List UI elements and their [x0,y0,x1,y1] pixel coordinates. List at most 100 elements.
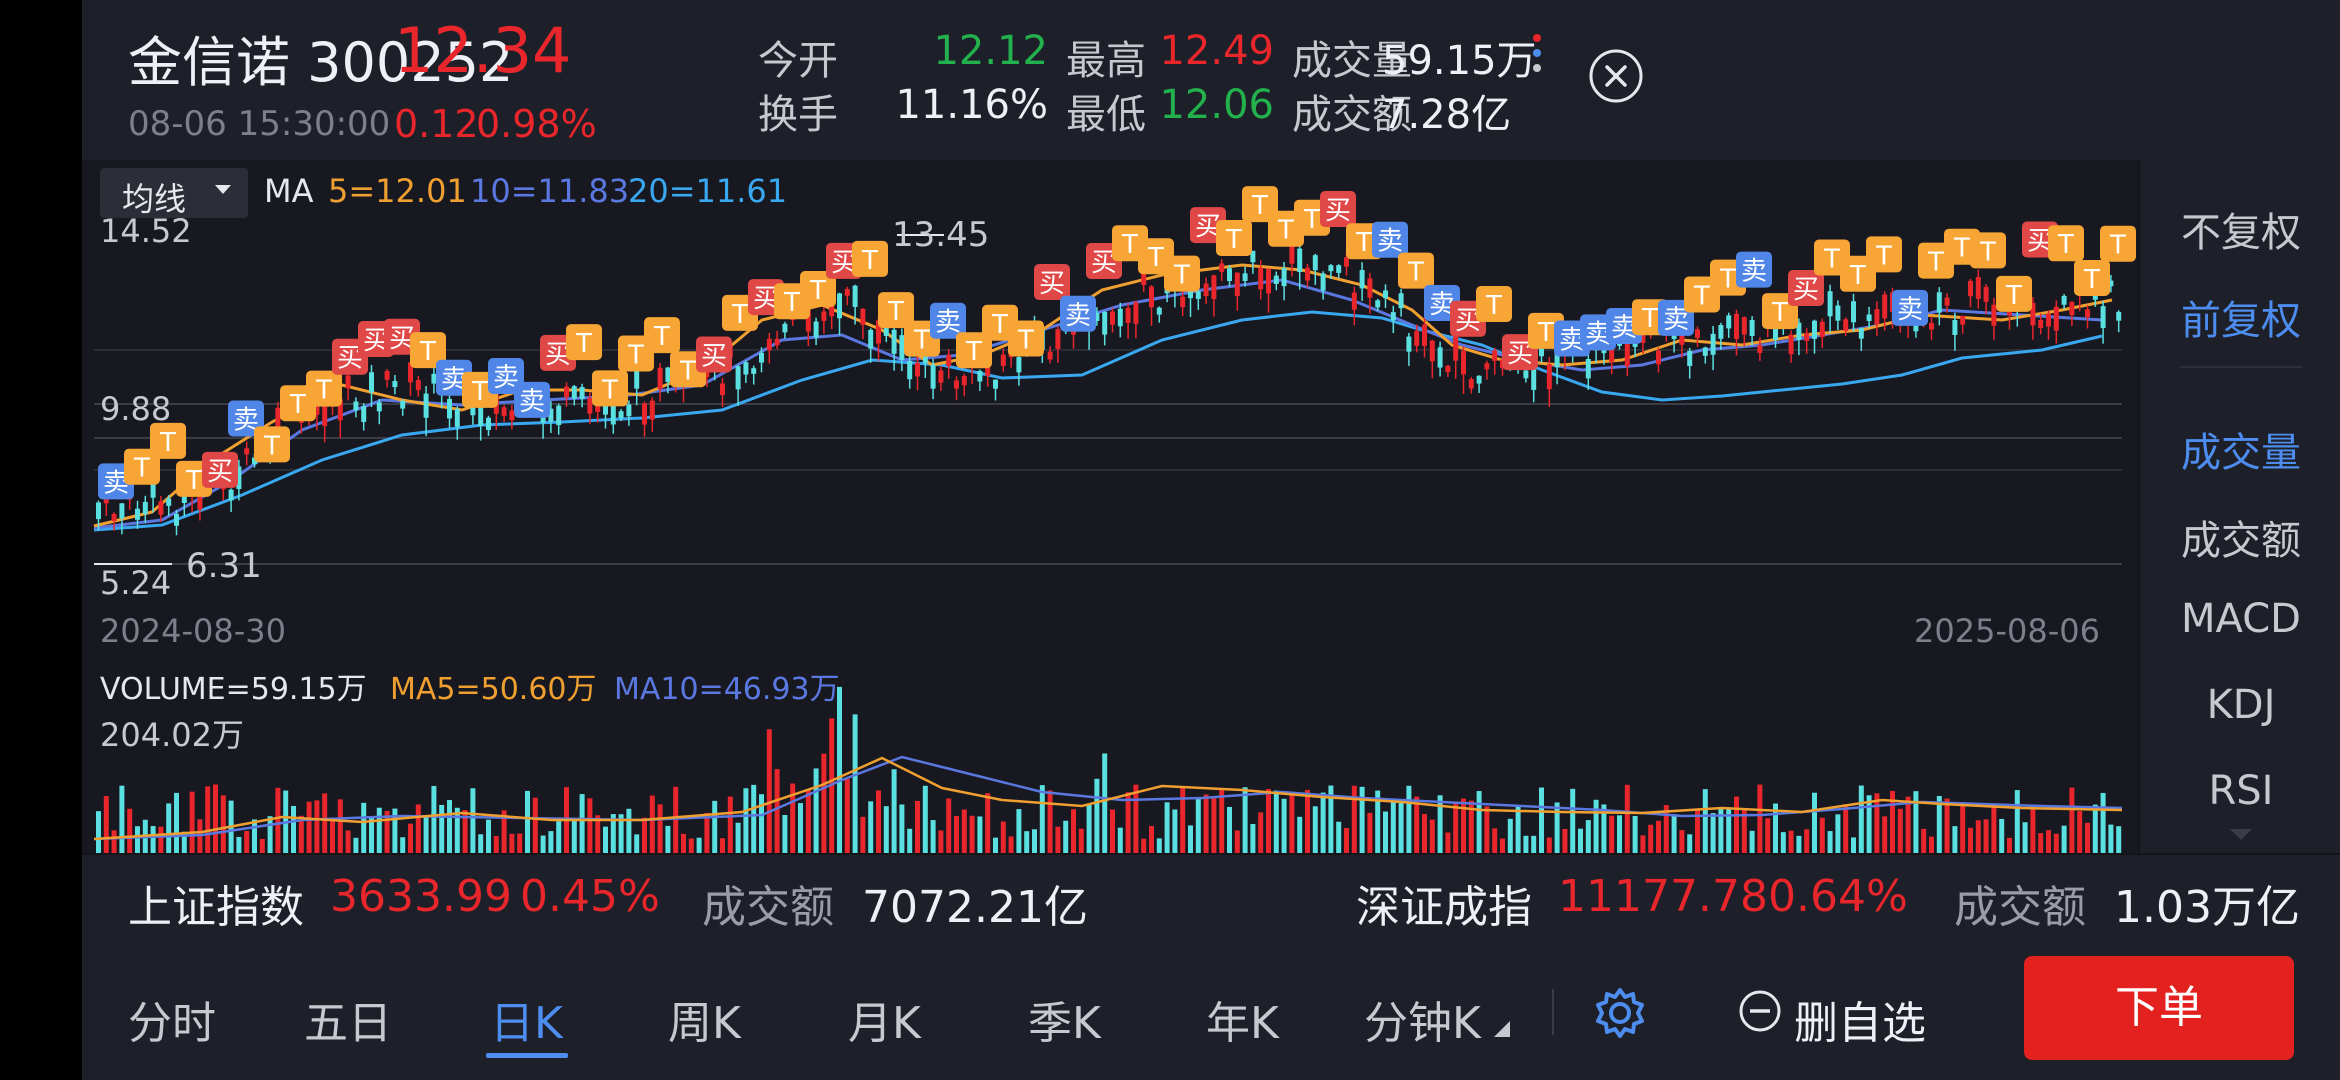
volume-bar [1047,790,1053,853]
side-item-forward-adjust[interactable]: 前复权 [2140,288,2340,346]
marker-sell: 卖 [1892,289,1928,326]
candle-body [1453,335,1459,361]
marker-text: T [679,356,696,386]
tab-weekly-k[interactable]: 周K [668,987,741,1051]
marker-text: T [2109,231,2126,261]
place-order-button[interactable]: 下单 [2024,956,2294,1060]
marker-text: T [185,466,202,496]
candle-body [657,367,663,389]
candle-body [1952,320,1958,335]
marker-text: 卖 [1377,227,1403,257]
kline-chart-panel[interactable]: 卖TTT买卖TTT买买买T卖T卖卖买TTTTT买T买TT买TTT卖TTT买卖买T… [82,160,2138,853]
volume-bar [1851,837,1856,853]
candle-body [2038,319,2044,329]
candle-body [1180,296,1186,308]
side-item-kdj[interactable]: KDJ [2140,682,2340,728]
tab-minute-k[interactable]: 分钟K [1364,987,1481,1051]
volume-bar [649,795,655,853]
tab-quarterly-k[interactable]: 季K [1028,987,1101,1051]
candle-body [1804,333,1810,342]
candle-body [1102,311,1108,335]
close-icon[interactable] [1588,48,1644,104]
marker-text: 买 [1039,269,1065,299]
remove-watchlist-button[interactable]: 删自选 [1738,985,1968,1049]
price-change-pct: 0.98% [476,102,597,146]
candle-body [1305,267,1310,281]
kline-chart-svg[interactable]: 卖 TTT 买卖TT T买买买 T卖 T 卖卖买 TTTTT 买T买 T T买 TTT卖TTT买卖买T… [82,160,2138,853]
volume-bar [275,787,281,853]
candle-body [1203,283,1209,297]
marker-t: T [2048,225,2084,262]
volume-ma10-legend: MA10=46.93万 [614,672,840,707]
volume-bar [470,788,476,853]
volume-bar [1632,815,1638,853]
candle-body [1406,336,1412,352]
volume-bar [1523,835,1529,853]
market-index-strip[interactable]: 上证指数 3633.99 0.45% 成交额 7072.21亿 深证成指 111… [82,853,2340,939]
remove-watchlist-label: 删自选 [1794,998,1926,1049]
marker-text: T [1303,205,1320,235]
side-item-macd[interactable]: MACD [2140,596,2340,642]
candle-body [1258,267,1264,290]
tab-divider [1552,989,1554,1035]
side-divider [2180,366,2302,368]
volume-bar [1975,820,1981,853]
more-menu-icon[interactable] [1522,30,1552,76]
indicator-select[interactable]: 均线 [100,168,248,218]
marker-text: T [471,377,488,407]
candle-body [142,502,148,515]
volume-bar [735,822,741,853]
volume-bar [205,786,211,853]
volume-bar [1266,788,1271,853]
marker-text: T [783,288,800,318]
volume-bar [587,798,593,853]
volume-bar [1999,818,2005,853]
period-min-label: 6.31 [186,546,262,586]
volume-bar [486,819,491,853]
date-start: 2024-08-30 [100,612,286,650]
side-item-amount[interactable]: 成交额 [2140,508,2340,566]
marker-t: T [1476,285,1512,322]
active-tab-indicator [486,1053,568,1058]
volume-bar [2069,787,2075,853]
volume-bar [1312,806,1318,853]
marker-text: T [419,337,436,367]
volume-bar [1305,789,1310,853]
tab-daily-k[interactable]: 日K [490,987,563,1051]
candle-body [1195,291,1201,299]
volume-bar [1656,820,1661,853]
marker-t: T [1970,232,2006,269]
volume-bar [626,808,632,853]
marker-sell: 卖 [1060,295,1096,332]
candle-body [556,405,562,426]
marker-text: T [913,326,930,356]
tab-intraday[interactable]: 分时 [128,987,216,1051]
marker-text: 卖 [1897,295,1923,325]
candle-body [946,354,952,367]
tab-five-day[interactable]: 五日 [304,987,392,1051]
side-item-rsi[interactable]: RSI [2140,768,2340,814]
price-change: 0.12 [394,102,479,146]
side-item-volume[interactable]: 成交量 [2140,420,2340,478]
marker-sell: 卖 [514,381,550,418]
volume-bar [1897,808,1903,853]
side-item-no-adjust[interactable]: 不复权 [2140,200,2340,258]
marker-text: T [2083,265,2100,295]
volume-bar [852,714,858,853]
volume-bar [766,729,772,853]
settings-gear-icon[interactable] [1592,985,1648,1045]
turnover-value: 11.16% [895,82,1048,128]
marker-text: T [1017,325,1034,355]
volume-bar [252,819,257,853]
marker-text: T [991,310,1008,340]
volume-bar [220,795,226,853]
marker-sell: 卖 [1372,221,1408,258]
tab-monthly-k[interactable]: 月K [848,987,921,1051]
volume-bar [961,809,967,853]
volume-bar [376,807,382,853]
scroll-down-icon[interactable] [2228,826,2254,846]
volume-bar [1086,804,1092,853]
tab-yearly-k[interactable]: 年K [1206,987,1279,1051]
marker-text: T [887,297,904,327]
candle-body [1359,270,1365,289]
